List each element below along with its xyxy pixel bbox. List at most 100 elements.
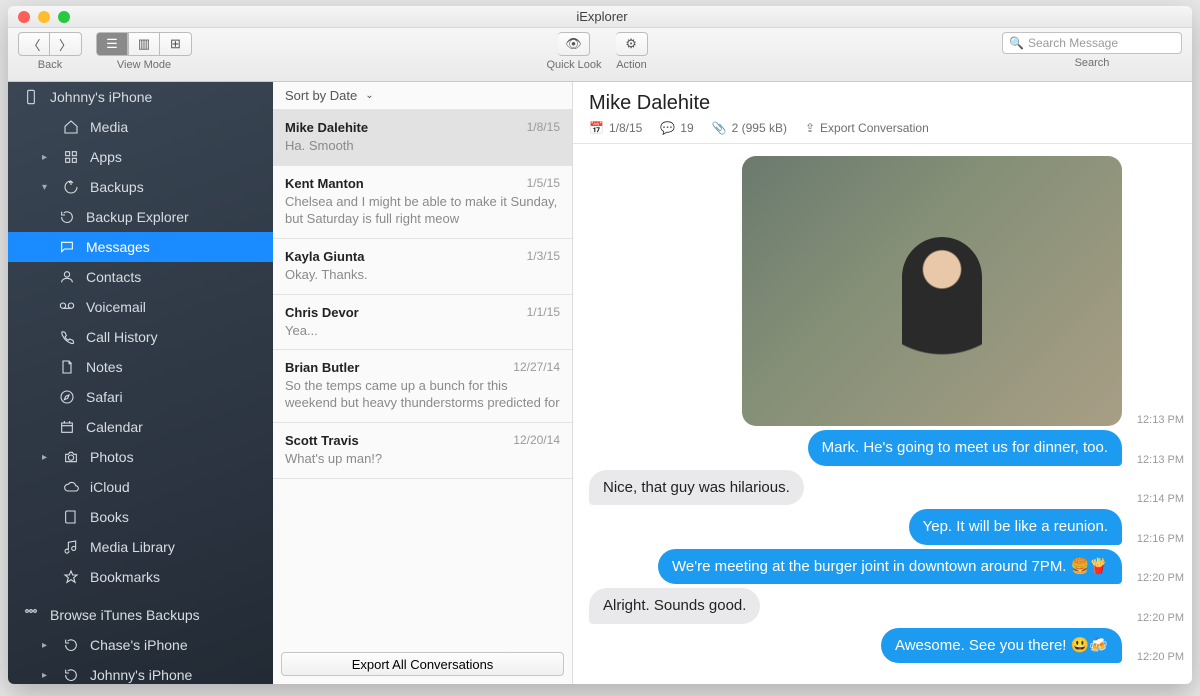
viewmode-group: ☰ ▥ ⊞ View Mode <box>96 32 192 71</box>
sidebar-item-photos[interactable]: ▸ Photos <box>8 442 273 472</box>
disclosure-icon: ▸ <box>42 152 52 163</box>
conversation-title: Mike Dalehite <box>589 92 1176 115</box>
conversation-list: Sort by Date ⌄ Mike Dalehite 1/8/15 Ha. Sm… <box>273 82 573 684</box>
export-conversation-button[interactable]: ⇪Export Conversation <box>805 121 929 135</box>
messages-scroll[interactable]: 12:13 PMMark. He's going to meet us for … <box>573 144 1192 684</box>
conversation-name: Mike Dalehite <box>285 120 368 135</box>
forward-button[interactable]: 〉 <box>50 32 82 56</box>
refresh-icon <box>58 208 76 226</box>
view-list-button[interactable]: ☰ <box>96 32 128 56</box>
message-row: Nice, that guy was hilarious.12:14 PM <box>589 470 1184 506</box>
sidebar-item-bookmarks[interactable]: Bookmarks <box>8 562 273 592</box>
conversation-header: Mike Dalehite 📅1/8/15 💬19 📎2 (995 kB) ⇪E… <box>573 82 1192 144</box>
message-time: 12:13 PM <box>1132 454 1184 466</box>
sidebar-item-label: Contacts <box>86 269 141 285</box>
message-row: Mark. He's going to meet us for dinner, … <box>589 430 1184 466</box>
home-icon <box>62 118 80 136</box>
view-grid-button[interactable]: ⊞ <box>160 32 192 56</box>
sidebar-item-label: Johnny's iPhone <box>50 89 152 105</box>
sort-label: Sort by Date <box>285 88 357 103</box>
conversation-preview: Chelsea and I might be able to make it S… <box>285 194 560 228</box>
sidebar-backup-item[interactable]: ▸Chase's iPhone <box>8 630 273 660</box>
sidebar-item-books[interactable]: Books <box>8 502 273 532</box>
conversation-preview: Ha. Smooth <box>285 138 560 155</box>
sidebar-item-safari[interactable]: Safari <box>8 382 273 412</box>
zoom-window[interactable] <box>58 11 70 23</box>
viewmode-label: View Mode <box>117 59 171 71</box>
sidebar-item-label: Media <box>90 119 128 135</box>
chevron-down-icon: ⌄ <box>365 90 373 101</box>
sidebar-item-label: Voicemail <box>86 299 146 315</box>
conversation-item[interactable]: Kayla Giunta1/3/15Okay. Thanks. <box>273 239 572 295</box>
sort-button[interactable]: Sort by Date ⌄ <box>273 82 572 110</box>
sidebar-device[interactable]: Johnny's iPhone <box>8 82 273 112</box>
eye-icon: 👁 <box>565 36 582 52</box>
sidebar-item-backups[interactable]: ▾Backups <box>8 172 273 202</box>
sidebar-item-contacts[interactable]: Contacts <box>8 262 273 292</box>
backup-icon <box>62 178 80 196</box>
message-time: 12:20 PM <box>1132 651 1184 663</box>
conversation-date: 1/5/15 <box>527 176 560 191</box>
back-group: 〈 〉 Back <box>18 32 82 71</box>
sidebar-item-media[interactable]: Media <box>8 112 273 142</box>
sidebar-item-label: Browse iTunes Backups <box>50 607 200 623</box>
sidebar-item-calendar[interactable]: Calendar <box>8 412 273 442</box>
gear-icon: ⚙ <box>625 36 637 52</box>
conversation-date: 1/3/15 <box>527 249 560 264</box>
disclosure-icon: ▸ <box>42 670 52 681</box>
window-controls <box>18 11 70 23</box>
sidebar-item-messages[interactable]: Messages <box>8 232 273 262</box>
sidebar-item-call-history[interactable]: Call History <box>8 322 273 352</box>
sidebar-backup-item[interactable]: ▸Johnny's iPhone <box>8 660 273 684</box>
message-time: 12:14 PM <box>1132 493 1184 505</box>
sidebar-item-apps[interactable]: ▸Apps <box>8 142 273 172</box>
message-photo[interactable] <box>742 156 1122 426</box>
refresh-icon <box>62 666 80 684</box>
conversation-item[interactable]: Brian Butler 12/27/14 So the temps came up… <box>273 350 572 423</box>
conversation-preview: Okay. Thanks. <box>285 267 560 284</box>
action-group: ⚙ Action <box>616 32 648 71</box>
conversation-date: 1/8/15 <box>527 120 560 135</box>
sidebar-item-media-library[interactable]: Media Library <box>8 532 273 562</box>
view-columns-button[interactable]: ▥ <box>128 32 160 56</box>
back-label: Back <box>38 59 62 71</box>
disclosure-icon: ▸ <box>42 640 52 651</box>
apps-icon <box>62 148 80 166</box>
conversation-item[interactable]: Mike Dalehite 1/8/15 Ha. Smooth <box>273 110 572 166</box>
sidebar-item-icloud[interactable]: iCloud <box>8 472 273 502</box>
action-button[interactable]: ⚙ <box>616 32 648 56</box>
export-all-button[interactable]: Export All Conversations <box>281 652 564 676</box>
disclosure-icon: ▸ <box>42 452 52 463</box>
conversation-item[interactable]: Scott Travis12/20/14What's up man!? <box>273 423 572 479</box>
conversation-item[interactable]: Chris Devor1/1/15Yea... <box>273 295 572 351</box>
minimize-window[interactable] <box>38 11 50 23</box>
search-icon: 🔍 <box>1009 36 1024 50</box>
message-row: 12:13 PM <box>589 156 1184 426</box>
search-input[interactable]: 🔍 Search Message <box>1002 32 1182 54</box>
close-window[interactable] <box>18 11 30 23</box>
sidebar-item-label: Call History <box>86 329 158 345</box>
book-icon <box>62 508 80 526</box>
conversation-date: 📅1/8/15 <box>589 121 642 135</box>
conversation-date: 12/27/14 <box>513 360 560 375</box>
quicklook-button[interactable]: 👁 <box>558 32 590 56</box>
message-time: 12:16 PM <box>1132 533 1184 545</box>
conversation-preview: What's up man!? <box>285 451 560 468</box>
conversation-date: 1/1/15 <box>527 305 560 320</box>
sidebar-item-voicemail[interactable]: Voicemail <box>8 292 273 322</box>
quicklook-group: 👁 Quick Look <box>546 32 601 71</box>
disclosure-icon: ▾ <box>42 182 52 193</box>
sidebar-item-label: Photos <box>90 449 134 465</box>
conversation-name: Kent Manton <box>285 176 364 191</box>
conversation-name: Brian Butler <box>285 360 359 375</box>
titlebar: iExplorer <box>8 6 1192 28</box>
conversation-preview: So the temps came up a bunch for this we… <box>285 378 560 412</box>
sidebar-item-label: Media Library <box>90 539 175 555</box>
message-time: 12:20 PM <box>1132 612 1184 624</box>
sidebar-item-notes[interactable]: Notes <box>8 352 273 382</box>
conversation-item[interactable]: Kent Manton 1/5/15 Chelsea and I might be … <box>273 166 572 239</box>
message-row: Yep. It will be like a reunion.12:16 PM <box>589 509 1184 545</box>
back-button[interactable]: 〈 <box>18 32 50 56</box>
phone-device-icon <box>22 88 40 106</box>
sidebar-item-backup-explorer[interactable]: Backup Explorer <box>8 202 273 232</box>
